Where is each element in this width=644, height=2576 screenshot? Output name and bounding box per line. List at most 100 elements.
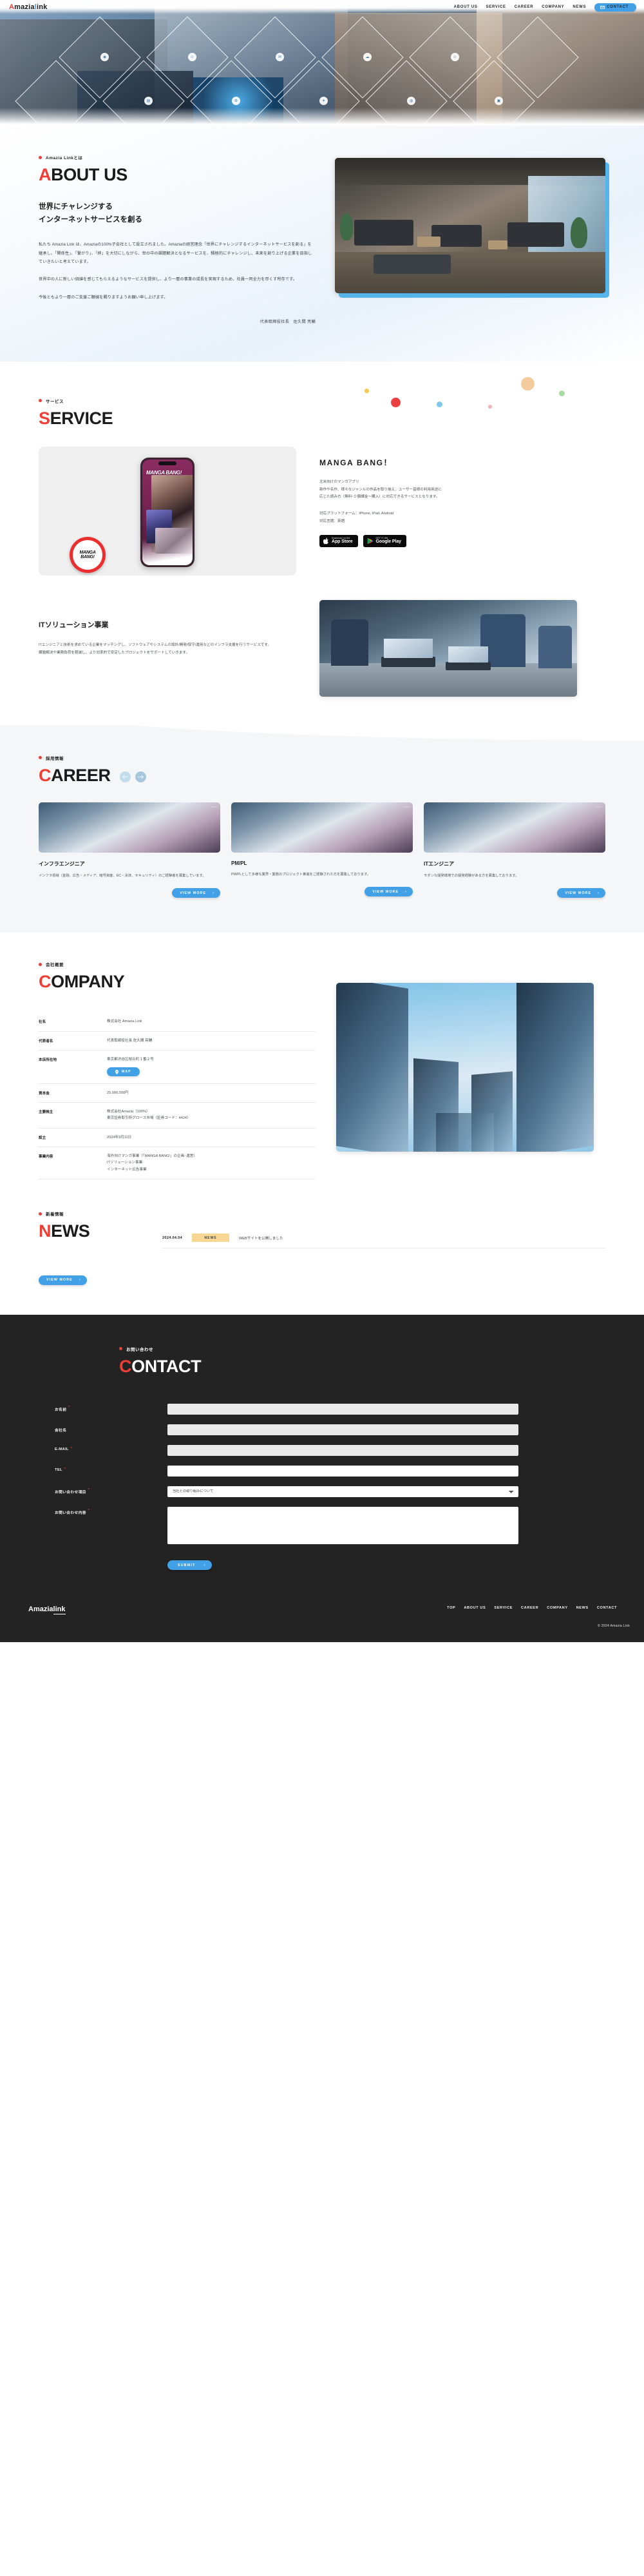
google-play-button[interactable]: GET IT ON Google Play [363,534,406,547]
footer-logo[interactable]: Amazialink [28,1605,66,1615]
nav-item-company[interactable]: COMPANY [542,5,564,9]
carousel-next-button[interactable] [135,771,146,782]
phone-mockup: MANGA BANG! [140,457,194,567]
news-title: NEWS [39,1223,135,1240]
nav-item-news[interactable]: NEWS [573,5,586,9]
manga-bang-platform: 対応プラットフォーム：iPhone, iPad, Android [319,512,394,516]
google-play-big-label: Google Play [375,539,401,545]
apple-icon [323,537,328,544]
career-title-rest: AREER [51,765,111,785]
career-view-more-button[interactable]: VIEW MORE › [557,888,605,898]
form-label-company: 会社名 [55,1424,167,1433]
contact-form: お名前 * 会社名 E-MAIL * TEL * お問い合わせ項目 * 当社との… [39,1403,605,1571]
form-label-subject-text: お問い合わせ項目 [55,1490,86,1495]
required-marker-icon: * [64,1467,66,1471]
contact-eyebrow-label: お問い合わせ [126,1347,153,1352]
news-view-more-button[interactable]: VIEW MORE › [39,1275,87,1285]
site-logo[interactable]: Amazialink [9,3,48,11]
footer-nav-item-company[interactable]: COMPANY [547,1606,567,1610]
message-textarea[interactable] [167,1506,518,1544]
map-button-label: MAP [122,1070,131,1074]
header-contact-button[interactable]: CONTACT [594,3,636,12]
about-eyebrow: Amazia Linkとは [39,154,316,160]
about-eyebrow-label: Amazia Linkとは [46,156,83,160]
footer-nav-item-about-us[interactable]: ABOUT US [464,1606,486,1610]
table-row: 代表者名 代表取締役社長 佐久間 亮輔 [39,1032,316,1051]
career-card-image: iStock [424,802,605,853]
form-row-company: 会社名 [55,1424,605,1435]
table-row: 設立 2024年3月11日 [39,1128,316,1148]
network-node-icon: ⚙ [232,97,240,105]
app-store-button[interactable]: Download on the App Store [319,534,358,547]
news-eyebrow-label: 新着情報 [46,1212,64,1217]
about-signature: 代表取締役社長 佐久間 亮輔 [260,319,316,324]
news-item-tag: NEWS [192,1234,229,1243]
google-play-small-label: GET IT ON [375,536,388,539]
app-store-small-label: Download on the [332,536,350,539]
subject-select[interactable]: 当社との取り組みについて [167,1486,518,1497]
form-label-email-text: E-MAIL [55,1447,69,1451]
company-input[interactable] [167,1424,518,1435]
carousel-prev-button[interactable] [119,771,131,782]
about-subheading: 世界にチャレンジする インターネットサービスを創る [39,200,316,226]
email-input[interactable] [167,1444,518,1456]
career-card-title: PM/PL [231,860,247,866]
form-label-message-text: お問い合わせ内容 [55,1511,86,1515]
it-solution-image [319,599,577,697]
news-item-date: 2024.04.04 [162,1235,182,1240]
about-section: Amazia Linkとは ABOUT US 世界にチャレンジする インターネッ… [0,126,644,362]
career-view-more-button[interactable]: VIEW MORE › [172,888,220,898]
footer-nav-item-career[interactable]: CAREER [521,1606,538,1610]
network-node-icon: ▣ [495,97,503,105]
company-row-key: 資本金 [39,1091,50,1096]
career-title-highlight: C [39,765,52,785]
contact-eyebrow: お問い合わせ [119,1346,605,1352]
company-section: 会社概要 COMPANY 社名 株式会社 Amazia Link 代表者名 代表… [0,933,644,1197]
career-view-more-button[interactable]: VIEW MORE › [365,887,413,897]
career-card: iStock インフラエンジニア インフラ領域（金融、広告・メディア、暗号資産、… [39,802,220,898]
news-item-text: WEBサイトを公開しました [239,1236,283,1241]
nav-item-service[interactable]: SERVICE [486,5,506,9]
form-row-name: お名前 * [55,1403,605,1415]
company-row-key: 代表者名 [39,1039,53,1043]
google-play-icon [367,537,373,544]
company-row-value: 株式会社 Amazia Link [107,1020,142,1024]
network-node-icon: ◉ [100,53,109,61]
contact-section: お問い合わせ CONTACT お名前 * 会社名 E-MAIL * TEL * … [0,1314,644,1596]
career-title: CAREER [39,765,111,785]
arrow-left-icon [122,775,128,779]
footer-nav-item-service[interactable]: SERVICE [494,1606,513,1610]
manga-bang-specs: 対応プラットフォーム：iPhone, iPad, Android 対応言語：英語 [319,510,605,525]
company-title-highlight: C [39,972,52,992]
tel-input[interactable] [167,1465,518,1477]
it-solution-desc-line1: ITエンジニアと技術を求めている企業をマッチングし、ソフトウェアやシステムの設計… [39,643,272,647]
required-marker-icon: * [88,1487,90,1492]
news-list-item[interactable]: 2024.04.04 NEWS WEBサイトを公開しました [162,1230,605,1249]
chevron-right-icon: › [405,889,407,894]
chevron-right-icon: › [598,891,600,895]
nav-item-career[interactable]: CAREER [515,5,534,9]
company-row-key: 主要株主 [39,1110,53,1115]
app-store-big-label: App Store [332,539,353,545]
map-button[interactable]: MAP [107,1067,140,1077]
footer-nav-item-contact[interactable]: CONTACT [597,1606,617,1610]
name-input[interactable] [167,1403,518,1415]
about-subheading-line2: インターネットサービスを創る [39,216,142,224]
main-navigation: ABOUT US SERVICE CAREER COMPANY NEWS CON… [454,3,644,12]
bullet-dot-icon [39,962,42,966]
form-label-tel: TEL * [55,1466,167,1472]
footer-nav-item-news[interactable]: NEWS [576,1606,589,1610]
logo-text-mazia: mazia [14,3,35,11]
footer-nav-item-top[interactable]: TOP [447,1606,455,1610]
about-title-rest: BOUT US [51,165,128,184]
career-card-description: インフラ領域（金融、広告・メディア、暗号資産、EC・決済、セキュリティ）のご経験… [39,873,206,878]
site-footer: Amazialink TOP ABOUT US SERVICE CAREER C… [0,1596,644,1643]
nav-item-about-us[interactable]: ABOUT US [454,5,478,9]
service-eyebrow: サービス [39,398,605,404]
contact-title: CONTACT [119,1357,605,1375]
arrow-right-icon [137,775,144,779]
news-view-more-label: VIEW MORE [46,1278,73,1283]
required-marker-icon: * [88,1508,90,1513]
bullet-dot-icon [39,1212,42,1215]
submit-button[interactable]: SUBMIT › [167,1560,213,1571]
